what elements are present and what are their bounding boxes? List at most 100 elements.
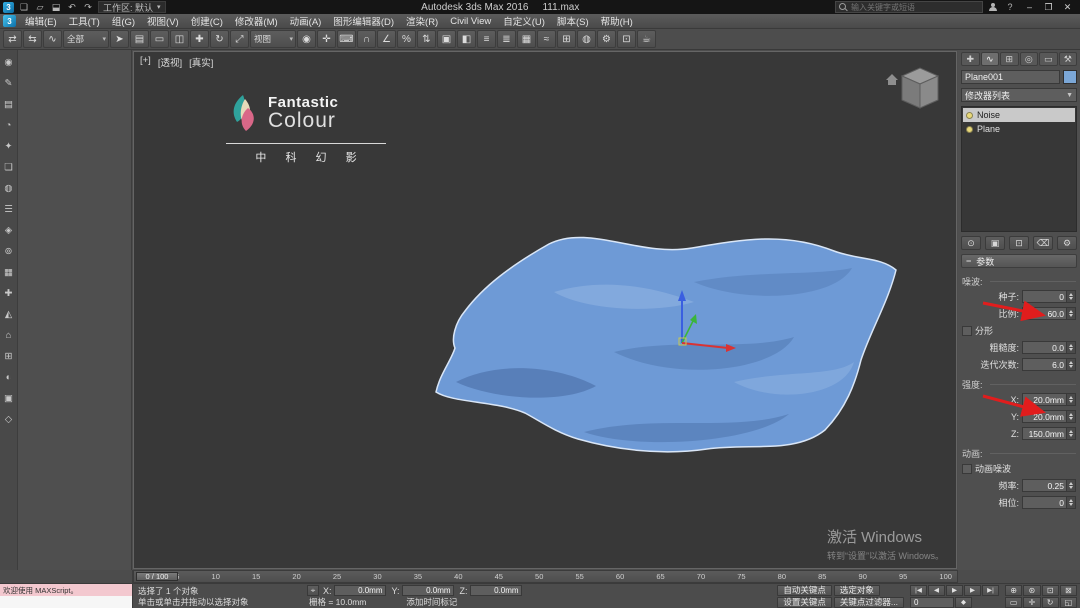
zoom-extents-all-icon[interactable]: ⊠: [1060, 585, 1077, 596]
save-file-icon[interactable]: ⬓: [49, 1, 63, 13]
select-object-icon[interactable]: ➤: [110, 30, 129, 48]
spinner-arrows[interactable]: [1066, 308, 1075, 319]
search-input[interactable]: [851, 3, 979, 12]
tab-hierarchy[interactable]: ⊞: [1000, 52, 1019, 66]
left-tool-icon[interactable]: ✚: [2, 287, 16, 300]
use-pivot-point-icon[interactable]: ◉: [297, 30, 316, 48]
menu-item[interactable]: 渲染(R): [400, 14, 444, 28]
time-slider[interactable]: 0 / 100: [136, 572, 178, 581]
current-frame-field[interactable]: 0: [910, 597, 954, 608]
rectangular-selection-region-icon[interactable]: ▭: [150, 30, 169, 48]
mirror-icon[interactable]: ◧: [457, 30, 476, 48]
menu-item[interactable]: 工具(T): [63, 14, 106, 28]
param-spinner-field[interactable]: 60.0: [1022, 307, 1076, 320]
auto-key-button[interactable]: 自动关键点: [777, 585, 832, 596]
snap-toggle-icon[interactable]: ∩: [357, 30, 376, 48]
viewport-menu[interactable]: [+]: [140, 55, 151, 69]
redo-icon[interactable]: ↷: [81, 1, 95, 13]
set-key-button[interactable]: 设置关键点: [777, 597, 832, 608]
viewcube-home-icon[interactable]: [886, 74, 898, 85]
angle-snap-icon[interactable]: ∠: [377, 30, 396, 48]
coordinate-input[interactable]: 0.0mm: [334, 585, 386, 596]
sign-in-icon[interactable]: [986, 1, 1000, 13]
zoom-all-icon[interactable]: ⊛: [1023, 585, 1040, 596]
select-and-manipulate-icon[interactable]: ✛: [317, 30, 336, 48]
spinner-arrows[interactable]: [1066, 497, 1075, 508]
graphite-ribbon-icon[interactable]: ▦: [517, 30, 536, 48]
undo-icon[interactable]: ↶: [65, 1, 79, 13]
new-scene-icon[interactable]: ❏: [17, 1, 31, 13]
coordinate-input[interactable]: 0.0mm: [402, 585, 454, 596]
viewport-menu[interactable]: [真实]: [189, 55, 213, 69]
spinner-arrows[interactable]: [1066, 394, 1075, 405]
render-production-icon[interactable]: ☕: [637, 30, 656, 48]
layer-manager-icon[interactable]: ≣: [497, 30, 516, 48]
render-setup-icon[interactable]: ⚙: [597, 30, 616, 48]
left-tool-icon[interactable]: ◐: [2, 371, 16, 384]
previous-frame-button[interactable]: ◀: [928, 585, 945, 596]
tab-modify[interactable]: ∿: [981, 52, 1000, 66]
listener-macro-row[interactable]: 欢迎使用 MAXScript。: [0, 584, 132, 596]
key-mode-toggle-icon[interactable]: ◆: [955, 597, 972, 608]
left-tool-icon[interactable]: ⌂: [2, 329, 16, 342]
parameters-rollout-header[interactable]: 参数: [961, 254, 1077, 268]
rendered-frame-window-icon[interactable]: ⊡: [617, 30, 636, 48]
left-tool-icon[interactable]: ▣: [2, 392, 16, 405]
key-filters-button[interactable]: 关键点过滤器...: [834, 597, 904, 608]
listener-script-row[interactable]: [0, 596, 132, 608]
app-logo-icon[interactable]: 3: [3, 2, 14, 13]
zoom-extents-icon[interactable]: ⊡: [1042, 585, 1059, 596]
menu-item[interactable]: 编辑(E): [19, 14, 63, 28]
pan-view-icon[interactable]: ✛: [1023, 597, 1040, 608]
spinner-arrows[interactable]: [1066, 342, 1075, 353]
select-and-rotate-icon[interactable]: ↻: [210, 30, 229, 48]
menu-item[interactable]: 修改器(M): [229, 14, 284, 28]
selection-set-dropdown[interactable]: 选定对象: [834, 585, 880, 596]
keyboard-override-icon[interactable]: ⌨: [337, 30, 356, 48]
left-tool-icon[interactable]: ◈: [2, 224, 16, 237]
param-spinner-field[interactable]: 0.25: [1022, 479, 1076, 492]
spinner-snap-icon[interactable]: ⇅: [417, 30, 436, 48]
zoom-region-icon[interactable]: ▭: [1005, 597, 1022, 608]
close-button[interactable]: ✕: [1058, 1, 1077, 13]
menu-item[interactable]: 帮助(H): [595, 14, 639, 28]
percent-snap-icon[interactable]: %: [397, 30, 416, 48]
modifier-bulb-icon[interactable]: [966, 112, 973, 119]
view-cube[interactable]: [884, 64, 940, 114]
open-file-icon[interactable]: ▱: [33, 1, 47, 13]
stack-item-plane[interactable]: Plane: [963, 122, 1075, 136]
schematic-view-icon[interactable]: ⊞: [557, 30, 576, 48]
left-tool-icon[interactable]: ◭: [2, 308, 16, 321]
tab-display[interactable]: ▭: [1039, 52, 1058, 66]
maximize-viewport-toggle-icon[interactable]: ◱: [1060, 597, 1077, 608]
menu-item[interactable]: Civil View: [444, 14, 497, 28]
named-selection-sets-icon[interactable]: ▣: [437, 30, 456, 48]
align-icon[interactable]: ≡: [477, 30, 496, 48]
spinner-arrows[interactable]: [1066, 291, 1075, 302]
param-spinner-field[interactable]: 0: [1022, 496, 1076, 509]
spinner-arrows[interactable]: [1066, 359, 1075, 370]
orbit-view-icon[interactable]: ↻: [1042, 597, 1059, 608]
next-frame-button[interactable]: ▶: [964, 585, 981, 596]
menu-item[interactable]: 动画(A): [284, 14, 328, 28]
object-color-swatch[interactable]: [1063, 70, 1077, 84]
select-and-link-icon[interactable]: ⇄: [3, 30, 22, 48]
add-time-tag[interactable]: 添加时间标记: [406, 596, 457, 608]
remove-modifier-button[interactable]: ⌫: [1033, 236, 1053, 250]
param-spinner-field[interactable]: 150.0mm: [1022, 427, 1076, 440]
bind-to-space-warp-icon[interactable]: ∿: [43, 30, 62, 48]
param-spinner-field[interactable]: 20.0mm: [1022, 393, 1076, 406]
workspace-dropdown[interactable]: 工作区: 默认 ▾: [98, 1, 166, 13]
modifier-bulb-icon[interactable]: [966, 126, 973, 133]
curve-editor-icon[interactable]: ≈: [537, 30, 556, 48]
select-and-move-icon[interactable]: ✚: [190, 30, 209, 48]
select-and-scale-icon[interactable]: ⤢: [230, 30, 249, 48]
unlink-selection-icon[interactable]: ⇆: [23, 30, 42, 48]
help-search-box[interactable]: [835, 1, 983, 13]
param-checkbox[interactable]: [962, 326, 972, 336]
left-tool-icon[interactable]: ▤: [2, 98, 16, 111]
menu-item[interactable]: 脚本(S): [551, 14, 595, 28]
application-menu-icon[interactable]: 3: [3, 15, 16, 27]
selection-filter-dropdown[interactable]: 全部: [63, 30, 109, 48]
transform-type-in-toggle[interactable]: ⌖: [307, 585, 319, 596]
